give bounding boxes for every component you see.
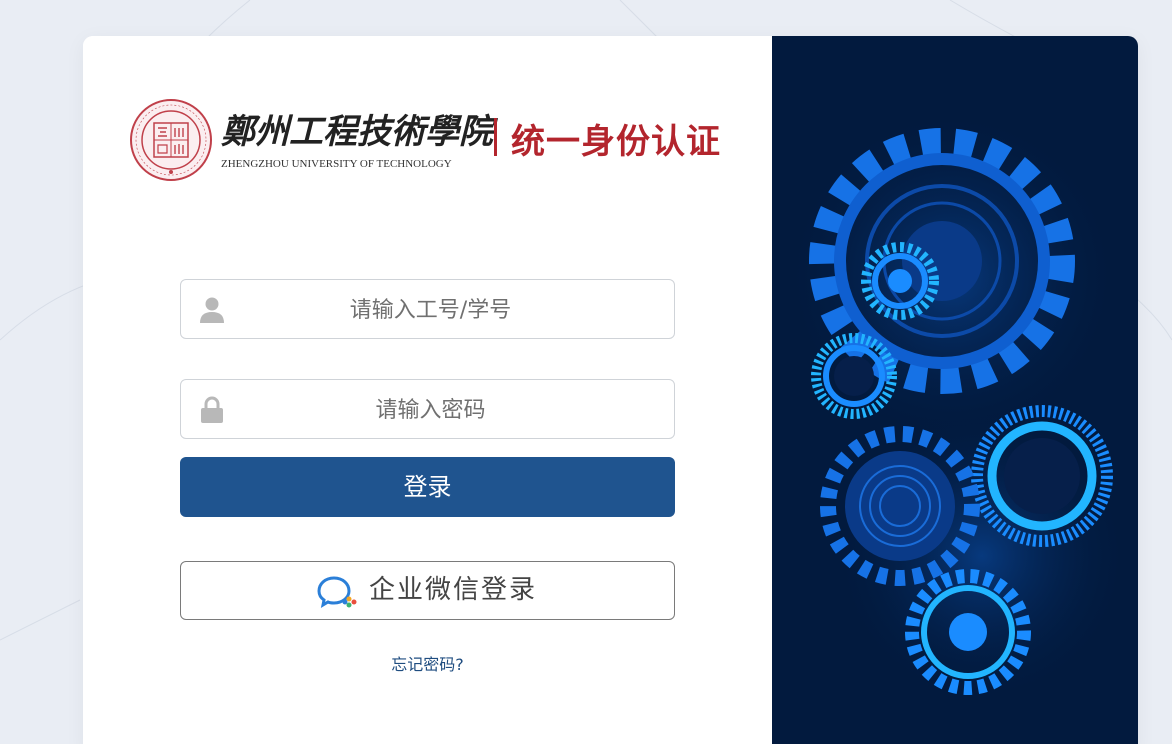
title-divider <box>494 118 497 156</box>
password-field[interactable] <box>180 379 675 440</box>
username-field[interactable] <box>180 279 675 340</box>
user-icon <box>200 297 224 323</box>
school-logo: 鄭州工程技術學院 ZHENGZHOU UNIVERSITY OF TECHNOL… <box>129 98 729 182</box>
wecom-login-label: 企业微信登录 <box>369 575 538 605</box>
login-button[interactable]: 登录 <box>180 457 675 517</box>
login-form-panel: 鄭州工程技術學院 ZHENGZHOU UNIVERSITY OF TECHNOL… <box>83 36 772 744</box>
ring-gear-icon <box>971 405 1113 547</box>
wecom-icon <box>317 576 357 609</box>
university-chinese-name: 鄭州工程技術學院 <box>221 112 493 152</box>
username-input[interactable] <box>231 280 630 340</box>
forgot-password-link[interactable]: 忘记密码? <box>180 651 675 675</box>
university-seal-icon <box>130 99 212 181</box>
login-card: 鄭州工程技術學院 ZHENGZHOU UNIVERSITY OF TECHNOL… <box>83 36 1138 744</box>
password-input[interactable] <box>231 380 630 440</box>
system-title: 统一身份认证 <box>511 122 721 162</box>
gears-illustration <box>782 106 1132 706</box>
wecom-login-button[interactable]: 企业微信登录 <box>180 561 675 620</box>
university-english-name: ZHENGZHOU UNIVERSITY OF TECHNOLOGY <box>221 158 452 170</box>
decorative-gear-panel <box>772 36 1138 744</box>
lock-icon <box>201 396 223 423</box>
